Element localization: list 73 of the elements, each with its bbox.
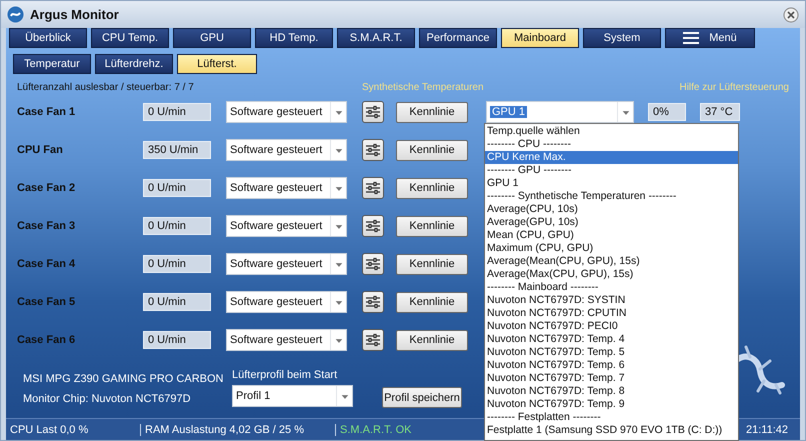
- main-tab[interactable]: HD Temp.: [255, 28, 333, 48]
- settings-button[interactable]: [362, 329, 384, 351]
- fan-name: CPU Fan: [17, 144, 64, 156]
- mode-select[interactable]: Software gesteuert: [226, 253, 347, 275]
- settings-button[interactable]: [362, 215, 384, 237]
- main-tab[interactable]: System: [583, 28, 661, 48]
- mode-select[interactable]: Software gesteuert: [226, 139, 347, 161]
- curve-button[interactable]: Kennlinie: [396, 292, 468, 312]
- profile-select[interactable]: Profil 1: [232, 385, 353, 407]
- fan-speed-field: 0 U/min: [143, 255, 211, 273]
- percent-field: 0%: [648, 103, 686, 121]
- ram-usage-text: RAM Auslastung 4,02 GB / 25 %: [141, 424, 336, 436]
- main-tab[interactable]: GPU: [173, 28, 251, 48]
- curve-button[interactable]: Kennlinie: [396, 178, 468, 198]
- temp-source-select[interactable]: GPU 1: [486, 101, 634, 123]
- main-tab[interactable]: Überblick: [9, 28, 87, 48]
- window-title: Argus Monitor: [30, 7, 120, 22]
- fan-name: Case Fan 1: [17, 106, 76, 118]
- sub-tab[interactable]: Temperatur: [13, 54, 91, 74]
- settings-button[interactable]: [362, 139, 384, 161]
- clock-text: 21:11:42: [745, 424, 790, 436]
- fan-speed-field: 0 U/min: [143, 103, 211, 121]
- menu-icon: [683, 32, 700, 44]
- sliders-icon: [365, 143, 381, 157]
- sliders-icon: [365, 257, 381, 271]
- main-tab[interactable]: Performance: [419, 28, 497, 48]
- settings-button[interactable]: [362, 101, 384, 123]
- sub-tab[interactable]: Lüfterst.: [177, 54, 257, 74]
- fan-speed-field: 350 U/min: [143, 141, 211, 159]
- fan-name: Case Fan 6: [17, 334, 76, 346]
- fan-name: Case Fan 3: [17, 220, 76, 232]
- smart-status-text: S.M.A.R.T. OK: [339, 424, 413, 436]
- fan-name: Case Fan 5: [17, 296, 76, 308]
- main-tab[interactable]: CPU Temp.: [91, 28, 169, 48]
- settings-button[interactable]: [362, 253, 384, 275]
- close-icon[interactable]: [783, 6, 799, 22]
- mode-select[interactable]: Software gesteuert: [226, 101, 347, 123]
- sliders-icon: [365, 333, 381, 347]
- profile-label: Lüfterprofil beim Start: [232, 369, 338, 381]
- sliders-icon: [365, 219, 381, 233]
- mode-select[interactable]: Software gesteuert: [226, 215, 347, 237]
- main-tab[interactable]: S.M.A.R.T.: [337, 28, 415, 48]
- board-model-text: MSI MPG Z390 GAMING PRO CARBON: [23, 373, 224, 385]
- sub-tab[interactable]: Lüfterdrehz.: [95, 54, 173, 74]
- curve-button[interactable]: Kennlinie: [396, 216, 468, 236]
- tab-label: Menü: [709, 32, 737, 44]
- save-profile-button[interactable]: Profil speichern: [382, 387, 462, 408]
- sliders-icon: [365, 105, 381, 119]
- mode-select[interactable]: Software gesteuert: [226, 291, 347, 313]
- mode-select[interactable]: Software gesteuert: [226, 329, 347, 351]
- sliders-icon: [365, 181, 381, 195]
- app-logo-icon: [7, 6, 24, 23]
- cpu-load-text: CPU Last 0,0 %: [6, 424, 141, 436]
- curve-button[interactable]: Kennlinie: [396, 102, 468, 122]
- curve-button[interactable]: Kennlinie: [396, 140, 468, 160]
- fan-speed-field: 0 U/min: [143, 293, 211, 311]
- temperature-field: 37 °C: [700, 103, 740, 121]
- main-tab[interactable]: Mainboard: [501, 28, 579, 48]
- settings-button[interactable]: [362, 291, 384, 313]
- fan-name: Case Fan 4: [17, 258, 76, 270]
- monitor-chip-text: Monitor Chip: Nuvoton NCT6797D: [23, 393, 192, 405]
- dropdown-option[interactable]: CPU Kerne Max.: [485, 151, 738, 164]
- fan-name: Case Fan 2: [17, 182, 76, 194]
- curve-button[interactable]: Kennlinie: [396, 330, 468, 350]
- main-tab[interactable]: Menü: [665, 28, 755, 48]
- fan-speed-field: 0 U/min: [143, 179, 211, 197]
- sliders-icon: [365, 295, 381, 309]
- mode-select[interactable]: Software gesteuert: [226, 177, 347, 199]
- curve-button[interactable]: Kennlinie: [396, 254, 468, 274]
- fan-speed-field: 0 U/min: [143, 217, 211, 235]
- settings-button[interactable]: [362, 177, 384, 199]
- fan-speed-field: 0 U/min: [143, 331, 211, 349]
- fan-count-text: Lüfteranzahl auslesbar / steuerbar: 7 / 7: [17, 82, 195, 92]
